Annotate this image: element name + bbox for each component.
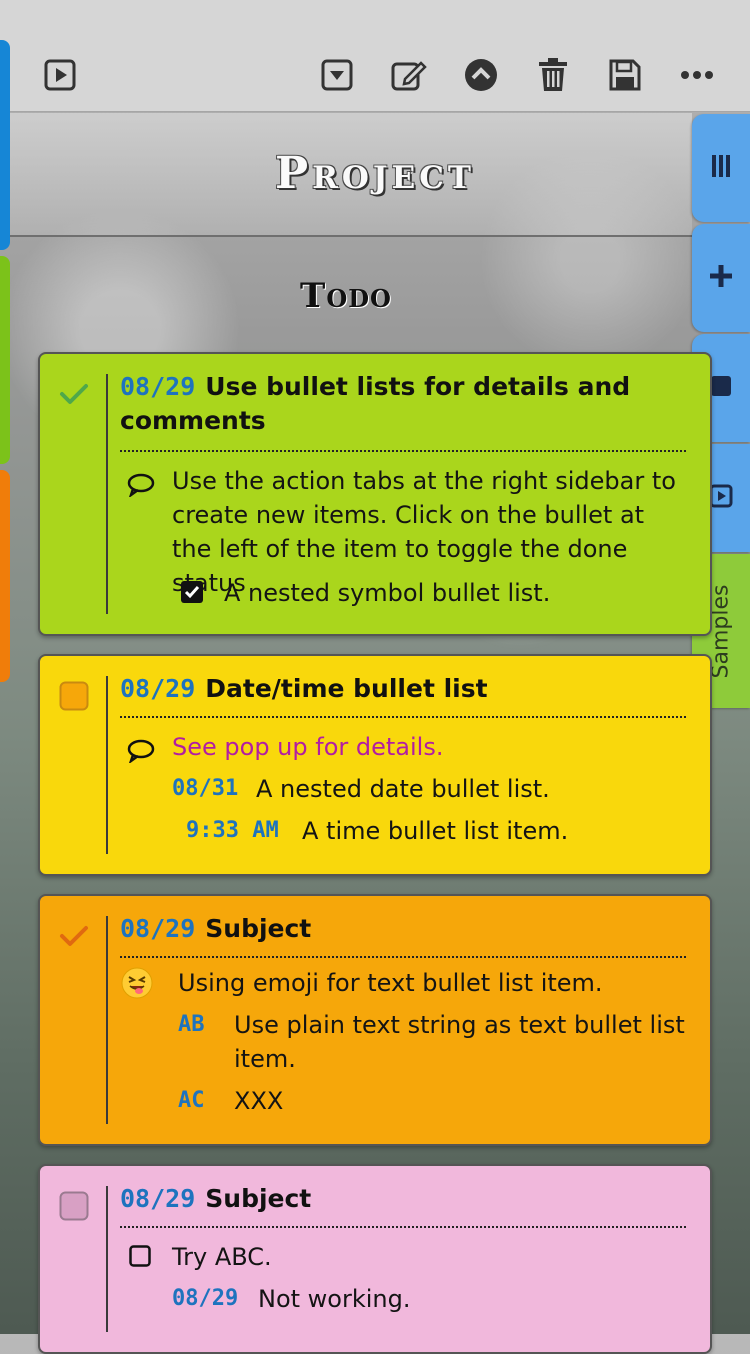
emoji-icon[interactable] <box>120 966 154 1000</box>
card-date: 08/29 <box>120 914 196 943</box>
todo-card-3[interactable]: 08/29 Subject Using emoji for text bullet… <box>38 894 712 1146</box>
card-subject: Use bullet lists for details and comment… <box>120 372 631 435</box>
divider <box>120 716 686 718</box>
card-subject: Subject <box>205 1184 312 1213</box>
divider <box>106 676 108 854</box>
card-subject: Date/time bullet list <box>205 674 488 703</box>
stop-icon <box>710 375 732 401</box>
sidebar-tab-columns[interactable] <box>692 114 750 222</box>
left-tab-blue[interactable] <box>0 40 10 250</box>
card-heading: 08/29 Date/time bullet list <box>120 672 686 706</box>
section-title: Todo <box>300 276 392 316</box>
edit-icon[interactable] <box>391 57 427 93</box>
sidebar-tab-label: Samples <box>708 584 734 678</box>
list-item: A time bullet list item. <box>302 817 569 845</box>
list-item: A nested date bullet list. <box>256 775 550 803</box>
checkbox-icon[interactable] <box>58 1190 90 1222</box>
columns-icon <box>710 154 732 182</box>
left-tab-orange[interactable] <box>0 470 10 682</box>
card-date: 08/29 <box>120 372 196 401</box>
text-bullet[interactable]: AB <box>178 1008 205 1042</box>
checkbox-unchecked-icon[interactable] <box>128 1244 152 1268</box>
time-bullet[interactable]: 9:33 AM <box>186 814 279 848</box>
more-icon[interactable] <box>679 57 715 93</box>
todo-card-4[interactable]: 08/29 Subject Try ABC. 08/29 Not working. <box>38 1164 712 1354</box>
divider <box>120 1226 686 1228</box>
card-date: 08/29 <box>120 674 196 703</box>
collapse-icon[interactable] <box>463 57 499 93</box>
play-icon[interactable] <box>42 57 78 93</box>
list-item: Not working. <box>258 1285 411 1313</box>
checkbox-checked-icon[interactable] <box>180 580 204 604</box>
comment-icon[interactable] <box>126 736 156 766</box>
sidebar-tab-add[interactable] <box>692 224 750 332</box>
list-item: Use plain text string as text bullet lis… <box>234 1011 685 1073</box>
divider <box>106 1186 108 1332</box>
comment-icon[interactable] <box>126 470 156 500</box>
checkmark-icon[interactable] <box>58 920 90 952</box>
card-heading: 08/29 Subject <box>120 912 686 946</box>
list-item: A nested symbol bullet list. <box>224 579 551 607</box>
todo-card-1[interactable]: 08/29 Use bullet lists for details and co… <box>38 352 712 636</box>
divider <box>120 450 686 452</box>
list-item: Using emoji for text bullet list item. <box>178 969 603 997</box>
page-title: Project <box>275 148 475 199</box>
divider <box>106 916 108 1124</box>
checkmark-icon[interactable] <box>58 378 90 410</box>
play-icon <box>709 484 733 512</box>
toolbar <box>0 0 750 112</box>
plus-icon <box>709 264 733 292</box>
details-link[interactable]: See pop up for details. <box>172 730 443 764</box>
card-heading: 08/29 Use bullet lists for details and co… <box>120 370 686 438</box>
trash-icon[interactable] <box>535 57 571 93</box>
dropdown-icon[interactable] <box>319 57 355 93</box>
text-bullet[interactable]: AC <box>178 1084 205 1118</box>
date-bullet[interactable]: 08/31 <box>172 772 238 806</box>
todo-card-2[interactable]: 08/29 Date/time bullet list See pop up fo… <box>38 654 712 876</box>
divider <box>120 956 686 958</box>
card-date: 08/29 <box>120 1184 196 1213</box>
checkbox-icon[interactable] <box>58 680 90 712</box>
card-subject: Subject <box>205 914 312 943</box>
divider <box>106 374 108 614</box>
list-item: XXX <box>234 1087 284 1115</box>
save-icon[interactable] <box>607 57 643 93</box>
date-bullet[interactable]: 08/29 <box>172 1282 238 1316</box>
card-heading: 08/29 Subject <box>120 1182 686 1216</box>
list-item: Try ABC. <box>172 1243 272 1271</box>
